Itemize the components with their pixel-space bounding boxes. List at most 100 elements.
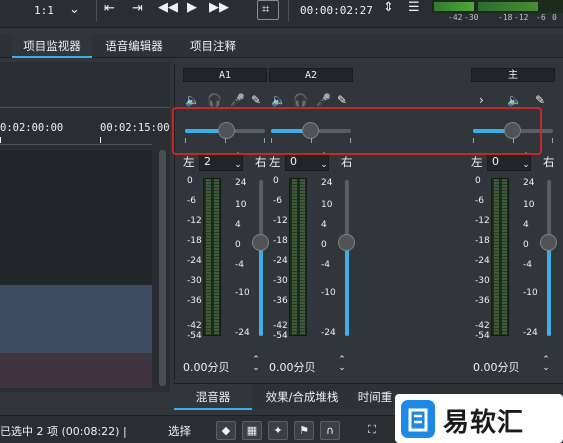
fader-scale-label: 0 [235, 240, 241, 250]
pan-left-label: 左 [183, 155, 195, 169]
pan-right-label: 右 [543, 155, 555, 169]
spin-arrows-icon[interactable]: ⌃ ⌄ [233, 153, 243, 170]
chevron-down-icon[interactable]: ⌄ [69, 3, 80, 17]
play-icon[interactable]: ▶ [187, 1, 197, 15]
timeline-track[interactable] [0, 150, 152, 285]
meter-scale-label: -30 [187, 276, 202, 286]
chevron-right-icon[interactable]: › [479, 94, 484, 107]
meter-scale-label: -42 [273, 321, 288, 331]
crop-icon: ⌗ [262, 2, 270, 17]
snap-button[interactable]: ∩ [320, 421, 340, 440]
channel-name-a1: A1 [183, 68, 267, 82]
menu-icon[interactable]: ☰ [408, 1, 420, 15]
meter-scale-label: 0 [187, 176, 193, 186]
master-gain-value[interactable]: 0.00分贝 [473, 359, 520, 375]
tag-button[interactable]: ◆ [216, 421, 236, 440]
tab-effect-stack[interactable]: 效果/合成堆栈 [256, 384, 348, 410]
fader-scale-label: -10 [523, 288, 538, 298]
flag-icon: ⚑ [299, 424, 309, 437]
tab-voice-editor[interactable]: 语音编辑器 [94, 34, 174, 58]
film-icon: ▦ [246, 424, 258, 437]
meter-scale-label: -42 [187, 321, 202, 331]
monitor-tabbar: 项目监视器 语音编辑器 项目注释 [0, 34, 563, 58]
timecode-spin-icon[interactable]: ⇕ [383, 1, 394, 15]
go-to-end-icon[interactable]: ⇥ [132, 2, 143, 16]
record-icon[interactable]: ✎ [251, 94, 261, 107]
meter-scale: -42 -30 -18 -12 -6 0 [448, 13, 557, 22]
microphone-icon[interactable]: 🎤 [230, 94, 245, 107]
fader-scale-label: -4 [321, 260, 330, 270]
tab-project-notes[interactable]: 项目注释 [178, 34, 248, 58]
timeline-scrollbar[interactable] [159, 150, 166, 386]
level-meters: 0 -6 -12 -18 -24 -30 -36 -42 -54 24 10 4 0 -4 -10 -24 0-… [175, 176, 563, 346]
master-volume-fader[interactable] [540, 180, 557, 336]
timeline-track[interactable] [0, 353, 152, 388]
tab-time-remap[interactable]: 时间重 [350, 384, 400, 410]
fader-handle[interactable] [540, 234, 557, 251]
fader-scale-label: 24 [235, 178, 247, 188]
timecode-display[interactable]: 00:00:02:27 [300, 4, 373, 17]
meter-scale-label: -24 [475, 256, 490, 266]
meter-scale-label: -6 [475, 196, 484, 206]
meter-scale-label: -6 [187, 196, 196, 206]
tool-mode[interactable]: 选择 [168, 423, 191, 439]
fader-handle[interactable] [252, 234, 269, 251]
mute-icon[interactable]: 🔈 [271, 94, 286, 107]
mute-icon[interactable]: 🔈 [507, 94, 522, 107]
fader-scale-label: -4 [523, 260, 532, 270]
fader-scale-label: 0 [523, 240, 529, 250]
tab-project-monitor[interactable]: 项目监视器 [12, 34, 92, 58]
fader-scale-label: -24 [235, 328, 250, 338]
meter-scale-label: -36 [187, 296, 202, 306]
a1-level-meter [203, 178, 221, 336]
headphones-icon[interactable]: 🎧 [207, 94, 222, 107]
fader-scale-label: 4 [321, 220, 327, 230]
marker-button[interactable]: ⚑ [294, 421, 314, 440]
forward-icon[interactable]: ▶▶ [209, 1, 229, 15]
record-icon[interactable]: ✎ [337, 94, 347, 107]
spin-arrows-icon[interactable]: ⌃ ⌄ [521, 153, 531, 170]
magnet-icon: ∩ [325, 424, 335, 437]
master-level-meter [432, 0, 563, 13]
spin-arrows-icon[interactable]: ⌃ ⌄ [337, 356, 347, 373]
fader-handle[interactable] [338, 234, 355, 251]
meter-scale-label: -18 [273, 236, 288, 246]
fader-scale-label: -4 [235, 260, 244, 270]
zoom-selector[interactable]: 1:1 [34, 4, 54, 17]
a2-gain-value[interactable]: 0.00分贝 [269, 359, 316, 375]
fader-scale-label: 10 [321, 200, 333, 210]
spin-arrows-icon[interactable]: ⌃ ⌄ [251, 356, 261, 373]
a1-volume-fader[interactable] [252, 180, 269, 336]
rewind-icon[interactable]: ◀◀ [158, 1, 178, 15]
watermark-text: 易软汇 [443, 408, 525, 438]
spin-arrows-icon[interactable]: ⌃ ⌄ [541, 356, 551, 373]
film-button[interactable]: ▦ [242, 421, 262, 440]
a1-controls: 🔈 🎧 🎤 ✎ [185, 94, 265, 108]
spin-arrows-icon[interactable]: ⌃ ⌄ [319, 153, 329, 170]
crop-button[interactable]: ⌗ [257, 0, 279, 20]
timeline-track-selected[interactable] [0, 285, 152, 353]
audio-split-button[interactable]: ✦ [268, 421, 288, 440]
headphones-icon[interactable]: 🎧 [293, 94, 308, 107]
tab-mixer[interactable]: 混音器 [174, 384, 252, 410]
meter-scale-label: -12 [475, 216, 490, 226]
timeline-ruler[interactable]: 0:02:00:00 00:02:15:00 [0, 120, 170, 143]
fader-scale-label: 24 [523, 178, 535, 188]
a2-volume-fader[interactable] [338, 180, 355, 336]
meter-scale-label: -24 [273, 256, 288, 266]
master-controls: › 🔈 ✎ [479, 94, 559, 108]
go-to-start-icon[interactable]: ⇤ [104, 2, 115, 16]
fit-zoom-button[interactable]: ⛶ [362, 421, 382, 440]
watermark: 易软汇 [395, 394, 563, 443]
ruler-label: 00:02:15:00 [100, 122, 170, 134]
a1-gain-value[interactable]: 0.00分贝 [183, 359, 230, 375]
mute-icon[interactable]: 🔈 [185, 94, 200, 107]
fader-scale-label: 0 [321, 240, 327, 250]
a2-controls: 🔈 🎧 🎤 ✎ [271, 94, 351, 108]
record-icon[interactable]: ✎ [535, 94, 545, 107]
meter-scale-label: -12 [273, 216, 288, 226]
meter-scale-label: -18 [187, 236, 202, 246]
pan-sliders-highlight [172, 107, 542, 155]
microphone-icon[interactable]: 🎤 [316, 94, 331, 107]
selection-status: 已选中 2 项 (00:08:22) | [0, 425, 127, 438]
